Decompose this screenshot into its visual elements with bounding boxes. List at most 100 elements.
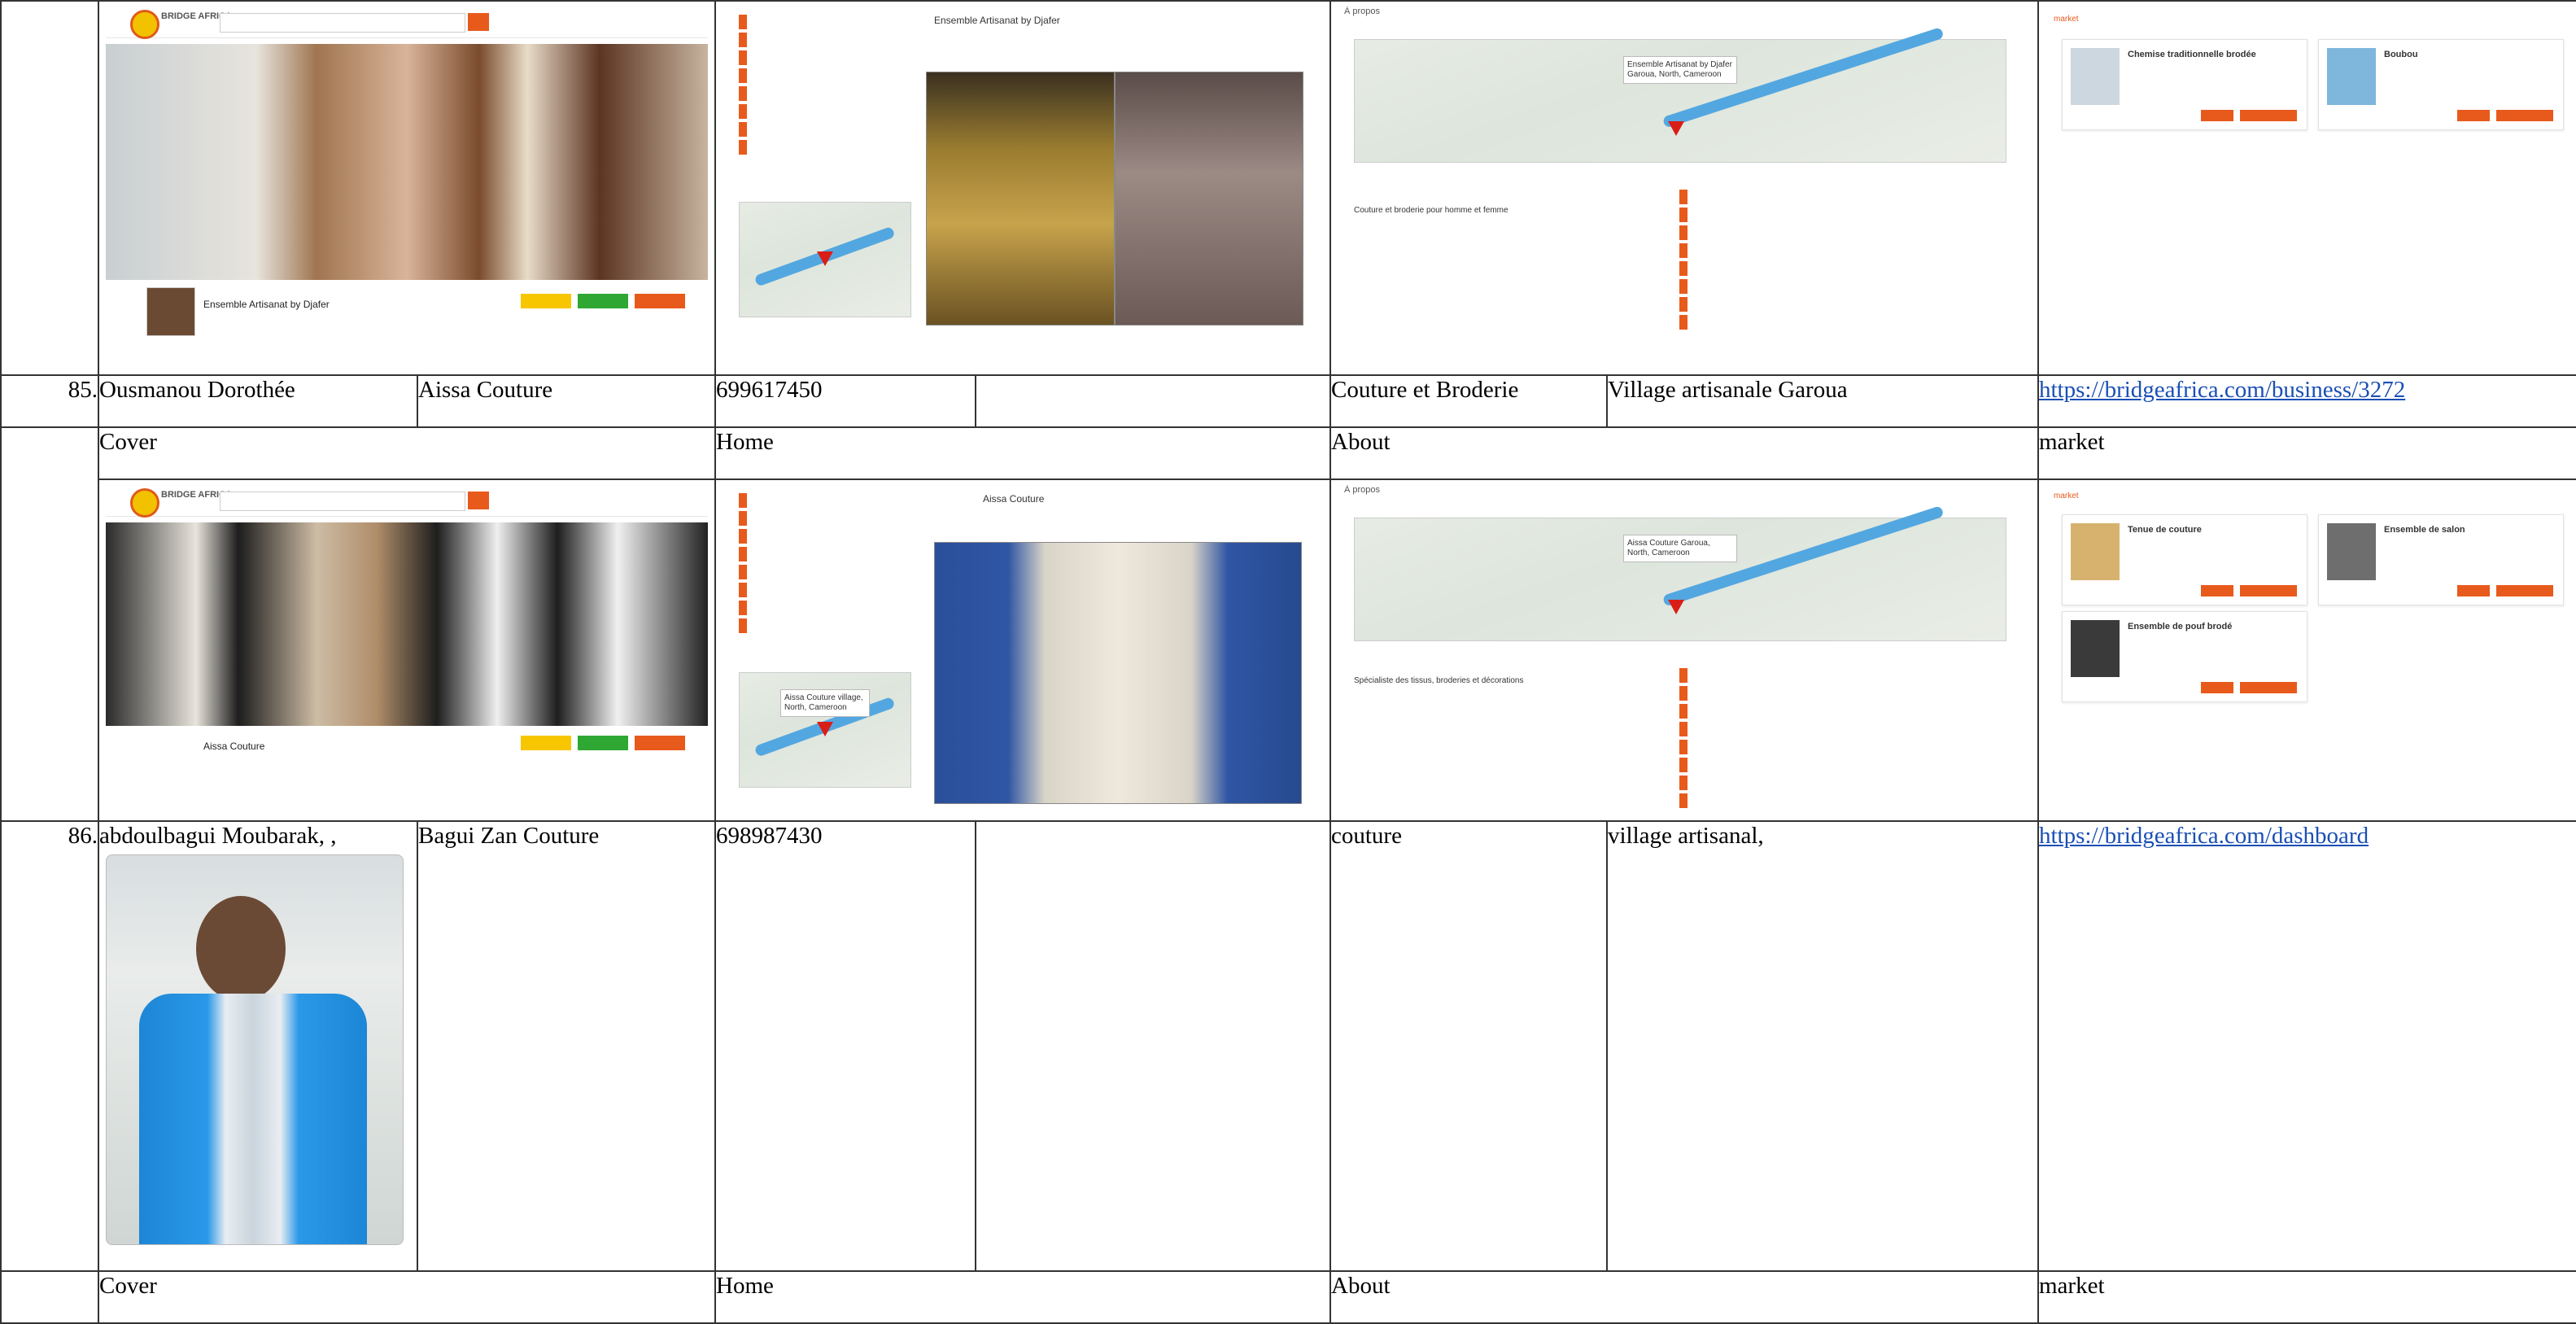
menu-item <box>739 583 910 597</box>
menu-item <box>739 493 910 508</box>
logo-icon <box>130 488 159 518</box>
message-button[interactable] <box>2496 110 2553 121</box>
contact-item <box>1679 758 1850 772</box>
site-header: BRIDGE AFRICA <box>106 7 708 39</box>
home-screenshot: Ensemble Artisanat by Djafer <box>723 7 1323 369</box>
number-cell <box>0 0 99 376</box>
menu-item <box>739 511 910 526</box>
menu-item <box>739 140 910 155</box>
cover-screenshot: BRIDGE AFRICA Aissa Couture <box>106 485 708 815</box>
logo-icon <box>130 10 159 39</box>
message-button[interactable] <box>578 736 628 750</box>
head <box>196 896 286 1002</box>
location-map: Aissa Couture Garoua, North, Cameroon <box>1354 505 2006 641</box>
about-label: About <box>1329 1270 2039 1324</box>
direction-button[interactable] <box>635 736 685 750</box>
community-button[interactable] <box>521 294 571 308</box>
message-button[interactable] <box>578 294 628 308</box>
cover-shot-cell: BRIDGE AFRICA Aissa Couture <box>98 478 716 822</box>
home-shot-cell: Ensemble Artisanat by Djafer <box>714 0 1331 376</box>
market-label: market <box>2037 1270 2576 1324</box>
map-bubble: Ensemble Artisanat by Djafer Garoua, Nor… <box>1623 56 1737 84</box>
menu-item <box>739 33 910 47</box>
about-description: Couture et broderie pour homme et femme <box>1354 206 1508 215</box>
message-button[interactable] <box>2240 682 2297 693</box>
cover-shot-cell: BRIDGE AFRICA Ensemble Artisanat by Djaf… <box>98 0 716 376</box>
search-button[interactable] <box>468 492 489 509</box>
map-pin-icon <box>1668 600 1684 614</box>
product-card[interactable]: Tenue de couture <box>2062 514 2307 605</box>
message-button[interactable] <box>2496 585 2553 596</box>
product-card[interactable]: Chemise traditionnelle brodée <box>2062 39 2307 130</box>
table-row: 85. Ousmanou Dorothée Aissa Couture 6996… <box>0 374 2576 428</box>
cover-label: Cover <box>98 1270 716 1324</box>
cover-screenshot: BRIDGE AFRICA Ensemble Artisanat by Djaf… <box>106 7 708 369</box>
message-button[interactable] <box>2240 110 2297 121</box>
category-cell: Couture et Broderie <box>1329 374 1608 428</box>
product-thumbnail <box>2327 48 2376 105</box>
search-button[interactable] <box>468 13 489 31</box>
table-row: 86. abdoulbagui Moubarak, , Bagui Zan Co… <box>0 820 2576 1272</box>
post-title: Ensemble Artisanat by Djafer <box>934 15 1060 26</box>
buy-button[interactable] <box>2457 585 2490 596</box>
data-table: BRIDGE AFRICA Ensemble Artisanat by Djaf… <box>0 0 2576 1324</box>
product-title: Ensemble de salon <box>2384 525 2465 535</box>
business-link[interactable]: https://bridgeafrica.com/business/3272 <box>2040 377 2405 403</box>
cover-banner <box>106 44 708 280</box>
buy-button[interactable] <box>2201 585 2233 596</box>
map-pin-icon <box>817 251 833 266</box>
profile-strip: Aissa Couture <box>106 729 708 786</box>
owner-cell: Ousmanou Dorothée <box>98 374 418 428</box>
label-row: Cover Home About market <box>0 426 2576 822</box>
contact-item <box>1679 297 1850 312</box>
product-thumbnail <box>2071 620 2120 677</box>
contact-item <box>1679 225 1850 240</box>
menu-item <box>739 547 910 561</box>
about-screenshot: À propos Ensemble Artisanat by Djafer Ga… <box>1338 7 2031 369</box>
empty-cell <box>975 820 1331 1272</box>
menu-item <box>739 15 910 29</box>
market-header: market <box>2054 15 2079 24</box>
contact-item <box>1679 740 1850 754</box>
search-input[interactable] <box>220 492 465 511</box>
message-button[interactable] <box>2240 585 2297 596</box>
contact-item <box>1679 243 1850 258</box>
shirt <box>139 994 367 1244</box>
product-card[interactable]: Boubou <box>2318 39 2564 130</box>
buy-button[interactable] <box>2457 110 2490 121</box>
community-button[interactable] <box>521 736 571 750</box>
phone-cell: 699617450 <box>714 374 976 428</box>
direction-button[interactable] <box>635 294 685 308</box>
map-bubble: Aissa Couture village, North, Cameroon <box>780 689 870 717</box>
product-thumbnail <box>2327 523 2376 580</box>
about-description: Spécialiste des tissus, broderies et déc… <box>1354 676 1524 685</box>
menu-item <box>739 565 910 579</box>
screenshot-row: BRIDGE AFRICA Aissa Couture Aissa Coutur… <box>1 478 2576 822</box>
product-title: Tenue de couture <box>2128 525 2202 535</box>
about-menu <box>739 15 910 158</box>
menu-item <box>739 618 910 633</box>
buy-button[interactable] <box>2201 110 2233 121</box>
product-card[interactable]: Ensemble de salon <box>2318 514 2564 605</box>
search-input[interactable] <box>220 13 465 33</box>
mini-map <box>739 202 911 317</box>
cover-banner <box>106 522 708 726</box>
menu-item <box>739 122 910 137</box>
market-header: market <box>2054 492 2079 500</box>
market-label: market <box>2037 426 2576 480</box>
about-menu <box>739 493 910 636</box>
product-card[interactable]: Ensemble de pouf brodé <box>2062 611 2307 702</box>
about-shot-cell: À propos Aissa Couture Garoua, North, Ca… <box>1329 478 2039 822</box>
site-header: BRIDGE AFRICA <box>106 485 708 518</box>
buy-button[interactable] <box>2201 682 2233 693</box>
map-pin-icon <box>817 722 833 736</box>
contact-list <box>1679 668 1850 811</box>
product-thumbnail <box>2071 48 2120 105</box>
category-cell: couture <box>1329 820 1608 1272</box>
dashboard-link[interactable]: https://bridgeafrica.com/dashboard <box>2040 823 2369 849</box>
row-number: 85. <box>0 374 99 428</box>
location-cell: Village artisanale Garoua <box>1606 374 2039 428</box>
url-cell: https://bridgeafrica.com/dashboard <box>2037 820 2576 1272</box>
product-title: Chemise traditionnelle brodée <box>2128 50 2256 59</box>
about-shot-cell: À propos Ensemble Artisanat by Djafer Ga… <box>1329 0 2039 376</box>
